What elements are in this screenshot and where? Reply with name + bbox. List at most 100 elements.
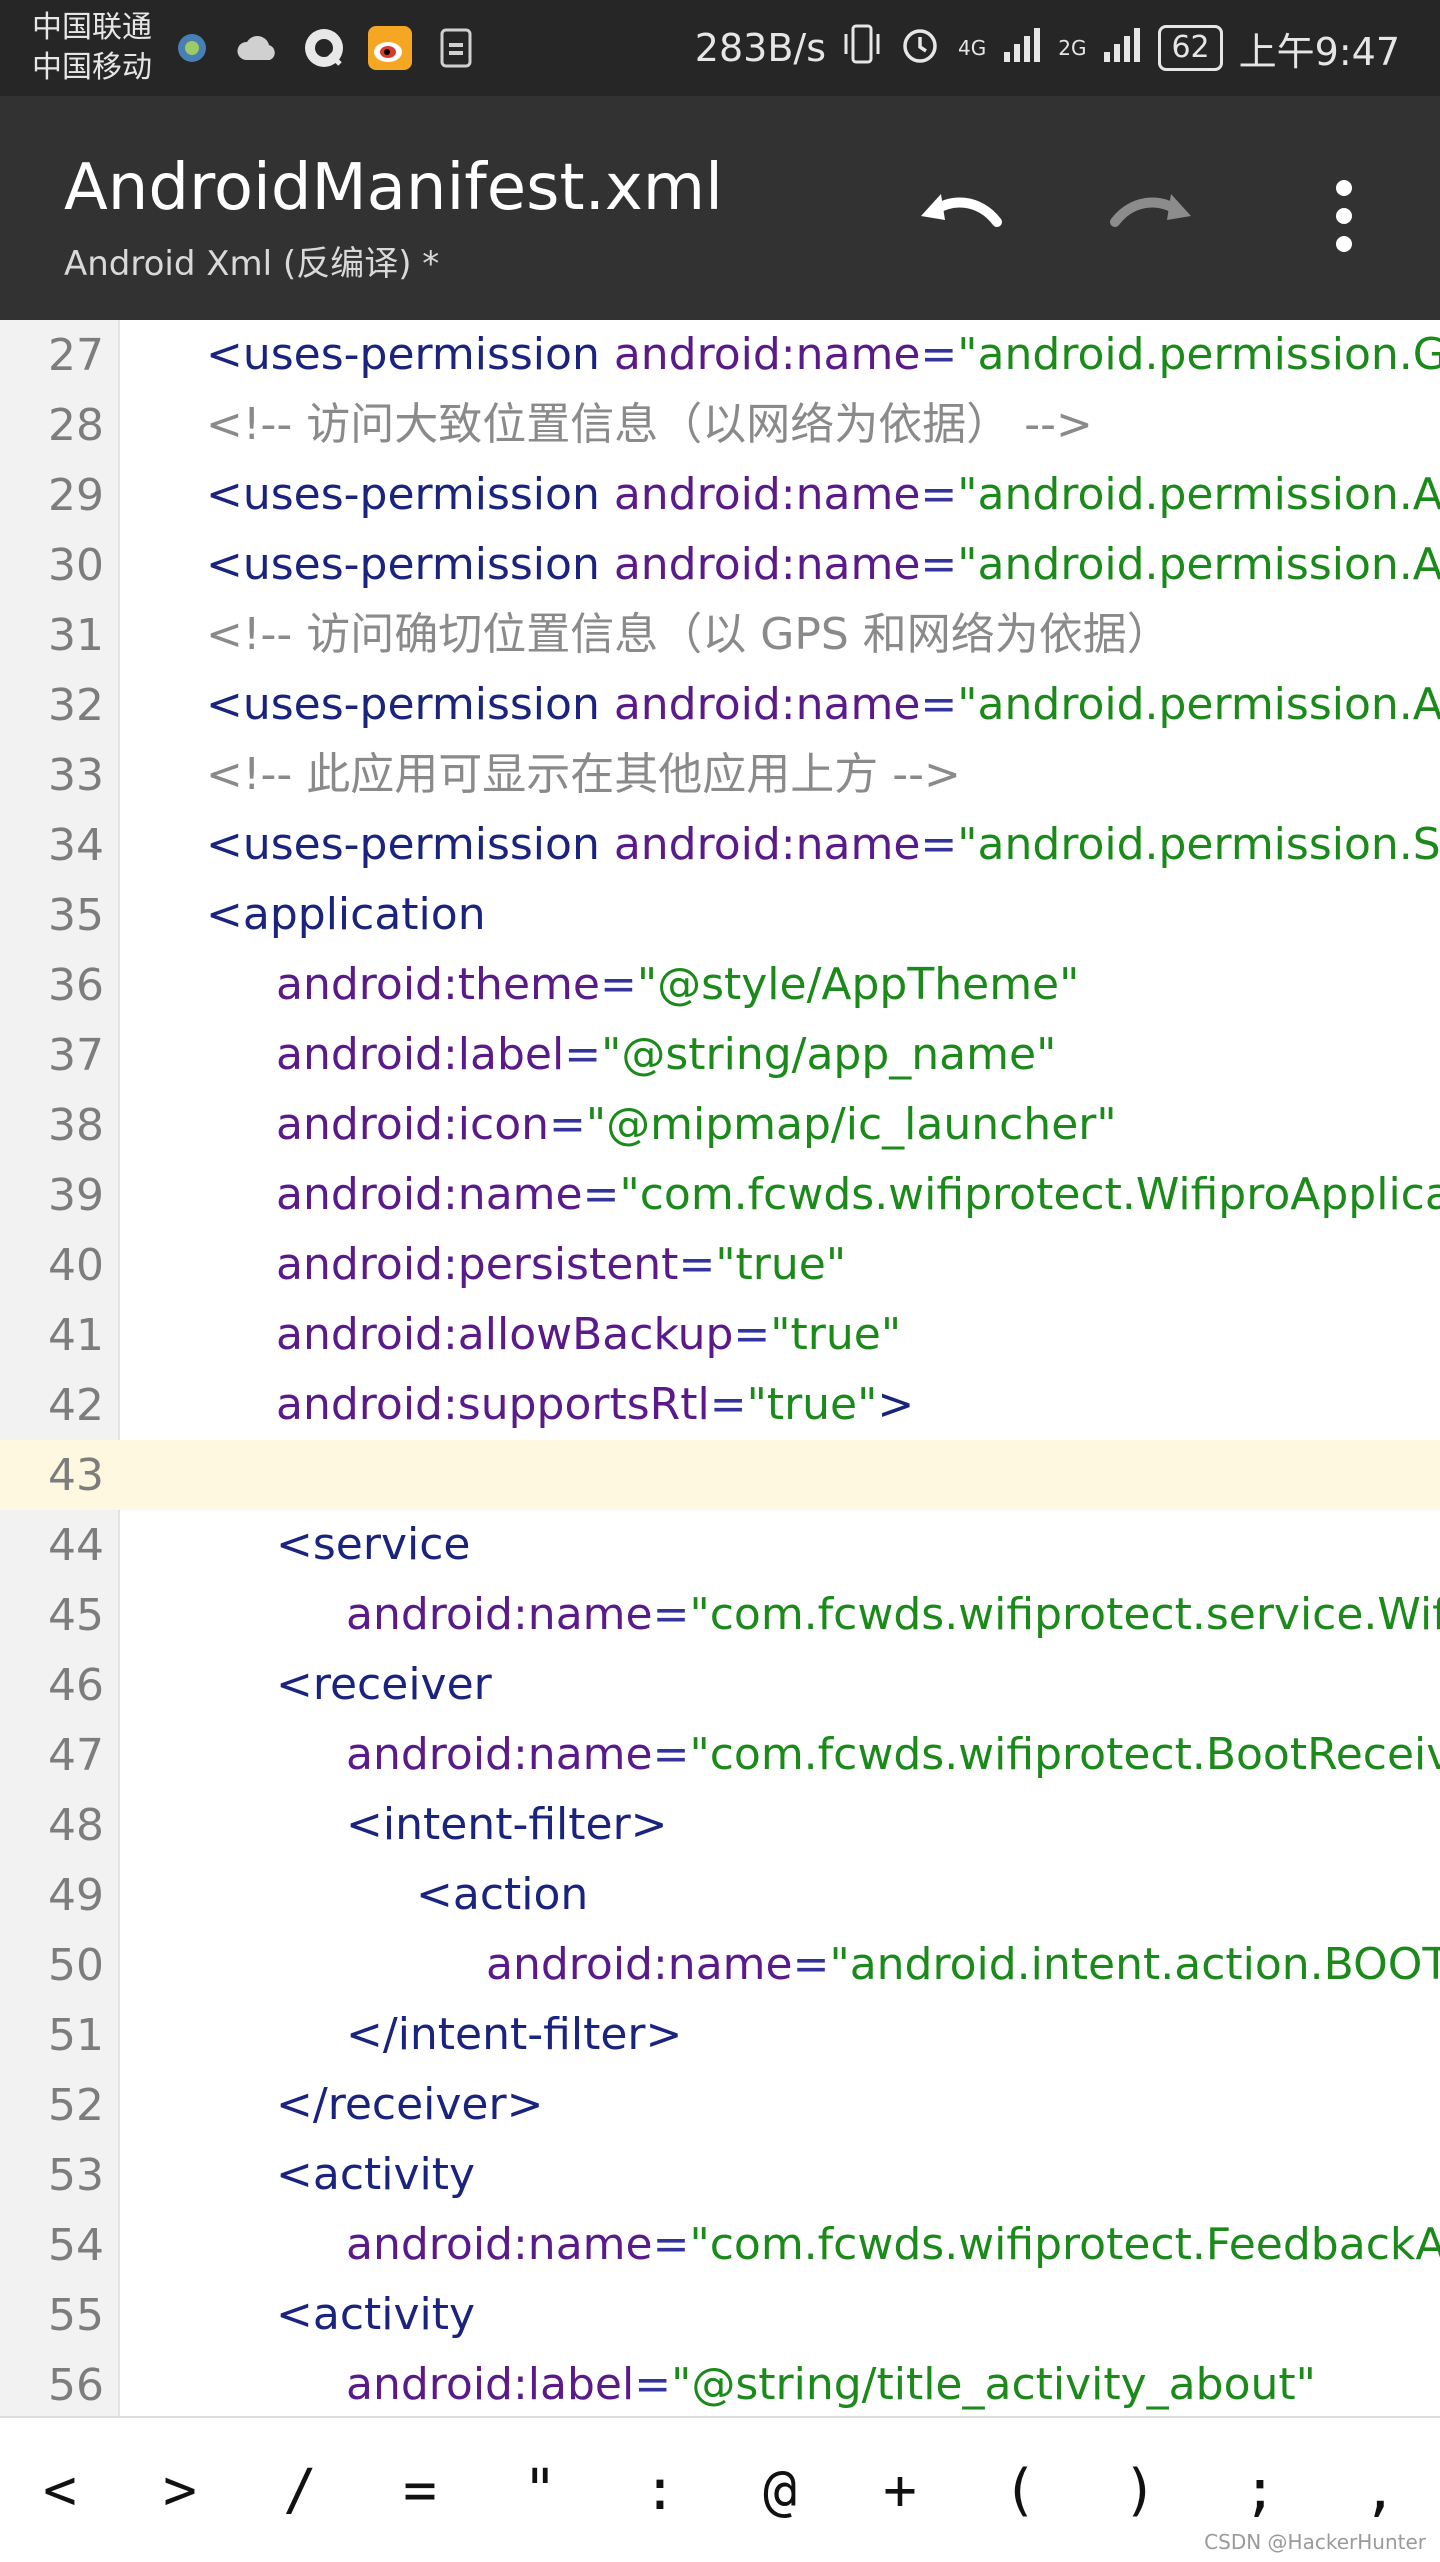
symbol-key[interactable]: :	[600, 2430, 720, 2550]
token-op: =	[652, 1589, 690, 1640]
line-number: 27	[48, 329, 104, 381]
token-attr: android:label	[346, 2359, 635, 2410]
symbol-key[interactable]: +	[840, 2430, 960, 2550]
code-line[interactable]: 36 android:theme="@style/AppTheme"	[0, 950, 1440, 1020]
code-line[interactable]: 38 android:icon="@mipmap/ic_launcher"	[0, 1090, 1440, 1160]
redo-button[interactable]	[1096, 160, 1208, 272]
code-line[interactable]: 43	[0, 1440, 1440, 1510]
carrier-1: 中国联通	[32, 10, 152, 45]
code-text: android:theme="@style/AppTheme"	[276, 950, 1079, 1020]
line-number: 45	[48, 1589, 104, 1641]
code-line[interactable]: 55 <activity	[0, 2280, 1440, 2350]
code-text: android:icon="@mipmap/ic_launcher"	[276, 1090, 1117, 1160]
symbol-key[interactable]: )	[1080, 2430, 1200, 2550]
token-val: "android.permission.SYS	[957, 819, 1440, 870]
symbol-key[interactable]: (	[960, 2430, 1080, 2550]
code-line[interactable]: 31 <!-- 访问确切位置信息（以 GPS 和网络为依据）	[0, 600, 1440, 670]
code-text: <activity	[276, 2280, 475, 2350]
code-line[interactable]: 47 android:name="com.fcwds.wifiprotect.Bo…	[0, 1720, 1440, 1790]
line-number: 32	[48, 679, 104, 731]
code-text: android:name="android.intent.action.BOOT	[486, 1930, 1440, 2000]
token-op: =	[652, 2219, 690, 2270]
code-line[interactable]: 53 <activity	[0, 2140, 1440, 2210]
more-options-button[interactable]	[1288, 160, 1400, 272]
token-attr: android:name	[613, 539, 921, 590]
battery-indicator: 62	[1158, 25, 1223, 71]
token-val: "true"	[746, 1379, 878, 1430]
code-line[interactable]: 54 android:name="com.fcwds.wifiprotect.Fe…	[0, 2210, 1440, 2280]
line-number: 36	[48, 959, 104, 1011]
line-number: 46	[48, 1659, 104, 1711]
code-line[interactable]: 32 <uses-permission android:name="android…	[0, 670, 1440, 740]
line-number: 47	[48, 1729, 104, 1781]
code-line[interactable]: 56 android:label="@string/title_activity_…	[0, 2350, 1440, 2416]
symbol-key[interactable]: >	[120, 2430, 240, 2550]
token-op: =	[652, 1729, 690, 1780]
token-attr: android:supportsRtl	[276, 1379, 710, 1430]
token-op: =	[792, 1939, 830, 1990]
token-attr: android:name	[346, 2219, 653, 2270]
code-line[interactable]: 30 <uses-permission android:name="android…	[0, 530, 1440, 600]
token-attr: android:name	[346, 1729, 653, 1780]
code-editor[interactable]: 27 <uses-permission android:name="android…	[0, 320, 1440, 2416]
token-op: =	[920, 469, 958, 520]
code-line[interactable]: 40 android:persistent="true"	[0, 1230, 1440, 1300]
net-type-1: 4G	[958, 36, 987, 60]
code-line[interactable]: 39 android:name="com.fcwds.wifiprotect.Wi…	[0, 1160, 1440, 1230]
token-op: =	[678, 1239, 716, 1290]
code-line[interactable]: 35 <application	[0, 880, 1440, 950]
browser-icon	[168, 24, 216, 72]
token-cmt: <!-- 访问大致位置信息（以网络为依据） -->	[206, 399, 1093, 450]
line-number: 31	[48, 609, 104, 661]
line-number: 43	[48, 1449, 104, 1501]
token-tag: <activity	[276, 2289, 476, 2340]
line-number: 56	[48, 2359, 104, 2411]
undo-button[interactable]	[904, 160, 1016, 272]
code-line[interactable]: 46 <receiver	[0, 1650, 1440, 1720]
code-line[interactable]: 29 <uses-permission android:name="android…	[0, 460, 1440, 530]
code-line[interactable]: 51 </intent-filter>	[0, 2000, 1440, 2070]
code-line[interactable]: 42 android:supportsRtl="true">	[0, 1370, 1440, 1440]
code-line[interactable]: 48 <intent-filter>	[0, 1790, 1440, 1860]
code-line[interactable]: 34 <uses-permission android:name="android…	[0, 810, 1440, 880]
code-line[interactable]: 50 android:name="android.intent.action.BO…	[0, 1930, 1440, 2000]
token-val: "com.fcwds.wifiprotect.BootReceive	[689, 1729, 1440, 1780]
code-line[interactable]: 49 <action	[0, 1860, 1440, 1930]
token-tag: >	[877, 1379, 915, 1430]
code-line[interactable]: 52 </receiver>	[0, 2070, 1440, 2140]
weibo-icon	[366, 24, 414, 72]
token-tag: <service	[276, 1519, 471, 1570]
symbol-key[interactable]: =	[360, 2430, 480, 2550]
file-subtitle: Android Xml (反编译) *	[64, 244, 440, 284]
alarm-icon	[898, 22, 942, 75]
token-tag: <uses-permission	[206, 819, 614, 870]
code-text: <uses-permission android:name="android.p…	[206, 460, 1440, 530]
code-text: android:supportsRtl="true">	[276, 1370, 914, 1440]
token-attr: android:name	[613, 469, 921, 520]
token-tag: </receiver>	[276, 2079, 544, 2130]
token-attr: android:icon	[276, 1099, 550, 1150]
line-number: 35	[48, 889, 104, 941]
token-tag: <uses-permission	[206, 539, 614, 590]
qq-icon	[300, 24, 348, 72]
token-val: "android.permission.ACC	[957, 469, 1440, 520]
token-val: "com.fcwds.wifiprotect.FeedbackAc	[689, 2219, 1440, 2270]
symbol-key[interactable]: <	[0, 2430, 120, 2550]
token-attr: android:allowBackup	[276, 1309, 734, 1360]
symbol-key[interactable]: /	[240, 2430, 360, 2550]
code-line[interactable]: 27 <uses-permission android:name="android…	[0, 320, 1440, 390]
net-type-2: 2G	[1058, 36, 1087, 60]
line-number: 55	[48, 2289, 104, 2341]
token-op: =	[920, 539, 958, 590]
code-line[interactable]: 28 <!-- 访问大致位置信息（以网络为依据） -->	[0, 390, 1440, 460]
code-line[interactable]: 33 <!-- 此应用可显示在其他应用上方 -->	[0, 740, 1440, 810]
carrier-info: 中国联通 中国移动	[32, 8, 152, 88]
symbol-key[interactable]: @	[720, 2430, 840, 2550]
code-line[interactable]: 45 android:name="com.fcwds.wifiprotect.se…	[0, 1580, 1440, 1650]
token-attr: android:name	[276, 1169, 583, 1220]
symbol-key[interactable]: "	[480, 2430, 600, 2550]
code-text: <!-- 访问确切位置信息（以 GPS 和网络为依据）	[206, 600, 1171, 670]
code-line[interactable]: 44 <service	[0, 1510, 1440, 1580]
code-line[interactable]: 37 android:label="@string/app_name"	[0, 1020, 1440, 1090]
code-line[interactable]: 41 android:allowBackup="true"	[0, 1300, 1440, 1370]
